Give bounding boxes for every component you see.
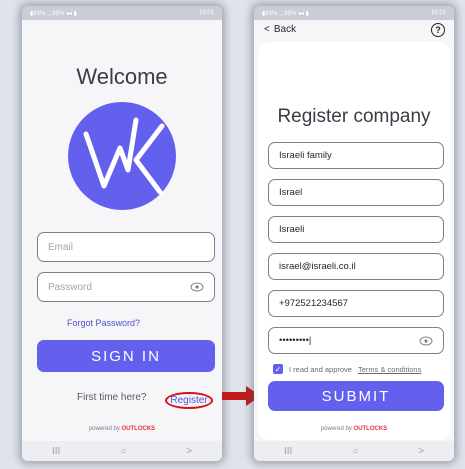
back-button[interactable]: < Back (264, 24, 296, 35)
back-nav-button[interactable]: > (418, 446, 424, 457)
register-screen: ▮93% ◡35% ◂◂ ▮ 10:21 < Back ? Register c… (254, 6, 454, 461)
status-icons: ▮93% ◡35% ◂◂ ▮ (262, 10, 309, 17)
chevron-left-icon: < (264, 24, 270, 35)
first-time-label: First time here? (77, 392, 147, 403)
brand-name: OUTLOCKS (121, 426, 156, 432)
login-screen: ▮93% ◡35% ◂◂ ▮ 10:01 Welcome Email Passw… (22, 6, 222, 461)
status-bar: ▮93% ◡35% ◂◂ ▮ 10:01 (22, 6, 222, 20)
back-nav-button[interactable]: > (186, 446, 192, 457)
powered-by-label: powered by (88, 426, 120, 432)
name-value: Israeli (279, 224, 305, 235)
email-placeholder: Email (48, 241, 74, 253)
eye-icon[interactable] (419, 336, 433, 346)
country-value: Israel (279, 187, 303, 198)
approve-label: I read and approve (289, 364, 352, 374)
wk-logo (68, 102, 176, 210)
status-time: 10:01 (198, 10, 214, 16)
company-value: Israeli family (279, 150, 332, 161)
page-title: Welcome (76, 64, 168, 89)
status-icons: ▮93% ◡35% ◂◂ ▮ (30, 10, 77, 17)
recent-apps-button[interactable]: III (284, 446, 292, 457)
terms-approval: ✓ I read and approve Terms & conditions (273, 364, 421, 374)
home-button[interactable]: ○ (120, 446, 126, 457)
register-link-label: Register (170, 395, 208, 406)
terms-link[interactable]: Terms & conditions (358, 365, 421, 374)
password-field[interactable]: Password (37, 272, 215, 302)
name-field[interactable]: Israeli (268, 216, 444, 243)
page-title: Register company (277, 106, 431, 127)
forgot-password-link[interactable]: Forgot Password? (67, 318, 140, 328)
check-icon: ✓ (274, 364, 282, 374)
status-time: 10:21 (430, 10, 446, 16)
status-bar: ▮93% ◡35% ◂◂ ▮ 10:21 (254, 6, 454, 20)
phone-value: +972521234567 (279, 298, 348, 309)
home-button[interactable]: ○ (352, 446, 358, 457)
eye-icon[interactable] (190, 282, 204, 292)
company-field[interactable]: Israeli family (268, 142, 444, 169)
powered-by-label: powered by (320, 426, 352, 432)
sign-in-button[interactable]: SIGN IN (37, 340, 215, 372)
password-value: •••••••••| (279, 335, 312, 346)
register-link[interactable]: Register (165, 392, 213, 409)
recent-apps-button[interactable]: III (52, 446, 60, 457)
password-field[interactable]: •••••••••| (268, 327, 444, 354)
back-label: Back (273, 24, 297, 35)
powered-by: powered by OUTLOCKS (254, 426, 454, 432)
powered-by: powered by OUTLOCKS (22, 426, 222, 432)
phone-field[interactable]: +972521234567 (268, 290, 444, 317)
submit-button[interactable]: SUBMIT (268, 381, 444, 411)
system-navbar: III ○ > (254, 441, 454, 461)
system-navbar: III ○ > (22, 441, 222, 461)
approve-checkbox[interactable]: ✓ (273, 364, 283, 374)
email-field[interactable]: Email (37, 232, 215, 262)
password-placeholder: Password (48, 281, 92, 293)
country-field[interactable]: Israel (268, 179, 444, 206)
brand-name: OUTLOCKS (353, 426, 388, 432)
email-value: israel@israeli.co.il (279, 261, 356, 272)
question-icon[interactable]: ? (431, 23, 445, 37)
email-field[interactable]: israel@israeli.co.il (268, 253, 444, 280)
